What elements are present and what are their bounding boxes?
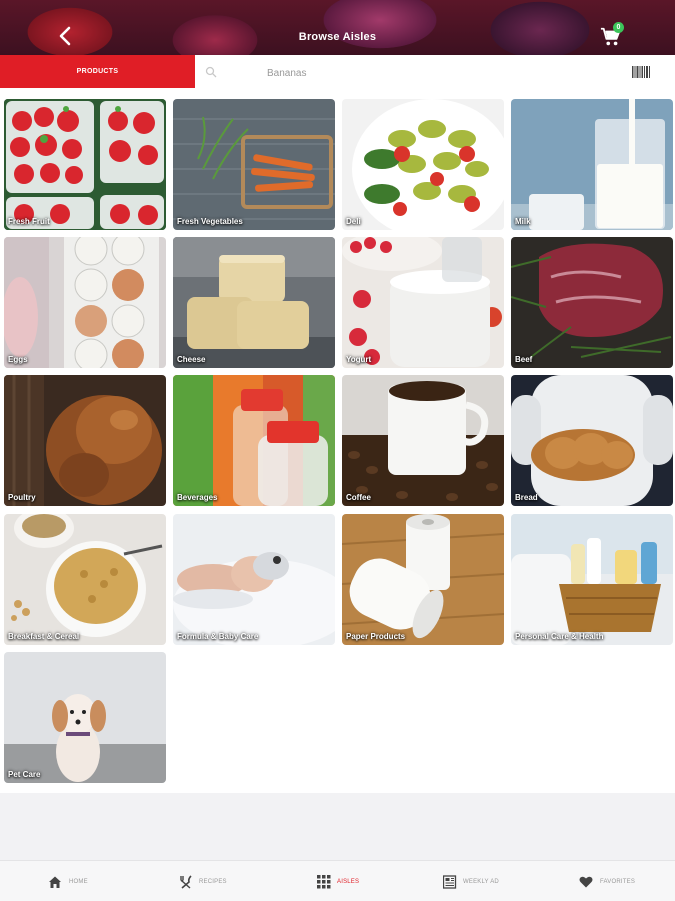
nav-weekly-ad[interactable]: WEEKLY AD (405, 861, 540, 901)
nav-home[interactable]: HOME (0, 861, 135, 901)
aisle-label: Coffee (346, 493, 371, 502)
aisle-tile-fresh-fruit[interactable]: Fresh Fruit (4, 99, 166, 230)
breakfast-cereal-image (4, 514, 166, 645)
aisle-tile-coffee[interactable]: Coffee (342, 375, 504, 506)
aisle-label: Poultry (8, 493, 36, 502)
barcode-icon[interactable] (632, 66, 650, 78)
aisle-tile-pet-care[interactable]: Pet Care (4, 652, 166, 783)
home-icon (49, 876, 61, 888)
aisle-label: Yogurt (346, 355, 372, 364)
cheese-image (173, 237, 335, 368)
aisle-tile-personal-care-health[interactable]: Personal Care & Health (511, 514, 673, 645)
aisle-tile-fresh-vegetables[interactable]: Fresh Vegetables (173, 99, 335, 230)
aisle-tile-beef[interactable]: Beef (511, 237, 673, 368)
fork-knife-icon (180, 875, 192, 889)
paper-products-image (342, 514, 504, 645)
eggs-image (4, 237, 166, 368)
aisle-tile-eggs[interactable]: Eggs (4, 237, 166, 368)
aisle-tile-breakfast-cereal[interactable]: Breakfast & Cereal (4, 514, 166, 645)
nav-label: RECIPES (199, 879, 227, 885)
aisle-label: Cheese (177, 355, 206, 364)
milk-image (511, 99, 673, 230)
aisle-label: Personal Care & Health (515, 632, 604, 641)
fresh-vegetables-image (173, 99, 335, 230)
search-bar: PRODUCTS (0, 55, 675, 88)
grid-icon (317, 875, 331, 889)
deli-image (342, 99, 504, 230)
fresh-fruit-image (4, 99, 166, 230)
aisle-label: Beverages (177, 493, 218, 502)
aisle-tile-deli[interactable]: Deli (342, 99, 504, 230)
aisle-tile-paper-products[interactable]: Paper Products (342, 514, 504, 645)
aisle-label: Breakfast & Cereal (8, 632, 80, 641)
header-banner: Browse Aisles 0 (0, 0, 675, 58)
products-tab[interactable]: PRODUCTS (0, 55, 195, 88)
page-title: Browse Aisles (298, 31, 377, 43)
aisle-tile-beverages[interactable]: Beverages (173, 375, 335, 506)
heart-icon (579, 876, 593, 888)
aisle-label: Formula & Baby Care (177, 632, 259, 641)
yogurt-image (342, 237, 504, 368)
nav-favorites[interactable]: FAVORITES (540, 861, 675, 901)
nav-label: FAVORITES (600, 879, 636, 885)
aisle-label: Fresh Fruit (8, 217, 50, 226)
bread-image (511, 375, 673, 506)
aisle-tile-yogurt[interactable]: Yogurt (342, 237, 504, 368)
beverages-image (173, 375, 335, 506)
aisle-label: Bread (515, 493, 538, 502)
aisle-tile-formula-baby-care[interactable]: Formula & Baby Care (173, 514, 335, 645)
aisle-label: Deli (346, 217, 361, 226)
cart-count-badge: 0 (613, 22, 624, 33)
aisle-tile-poultry[interactable]: Poultry (4, 375, 166, 506)
search-icon (205, 66, 217, 78)
coffee-image (342, 375, 504, 506)
formula-baby-care-image (173, 514, 335, 645)
nav-aisles[interactable]: AISLES (270, 861, 405, 901)
bottom-navigation: HOME RECIPES AISLES WEEKLY AD FAVORITES (0, 860, 675, 901)
aisle-label: Beef (515, 355, 533, 364)
newspaper-icon (443, 875, 457, 889)
search-input[interactable] (265, 62, 599, 84)
nav-label: AISLES (337, 879, 360, 885)
aisle-label: Eggs (8, 355, 28, 364)
aisle-tile-cheese[interactable]: Cheese (173, 237, 335, 368)
nav-label: WEEKLY AD (463, 879, 499, 885)
aisle-label: Paper Products (346, 632, 406, 641)
nav-label: HOME (69, 879, 88, 885)
aisle-label: Milk (515, 217, 531, 226)
personal-care-health-image (511, 514, 673, 645)
aisle-label: Fresh Vegetables (177, 217, 243, 226)
nav-recipes[interactable]: RECIPES (135, 861, 270, 901)
aisle-label: Pet Care (8, 770, 41, 779)
aisle-tile-bread[interactable]: Bread (511, 375, 673, 506)
poultry-image (4, 375, 166, 506)
aisle-tile-milk[interactable]: Milk (511, 99, 673, 230)
pet-care-image (4, 652, 166, 783)
beef-image (511, 237, 673, 368)
